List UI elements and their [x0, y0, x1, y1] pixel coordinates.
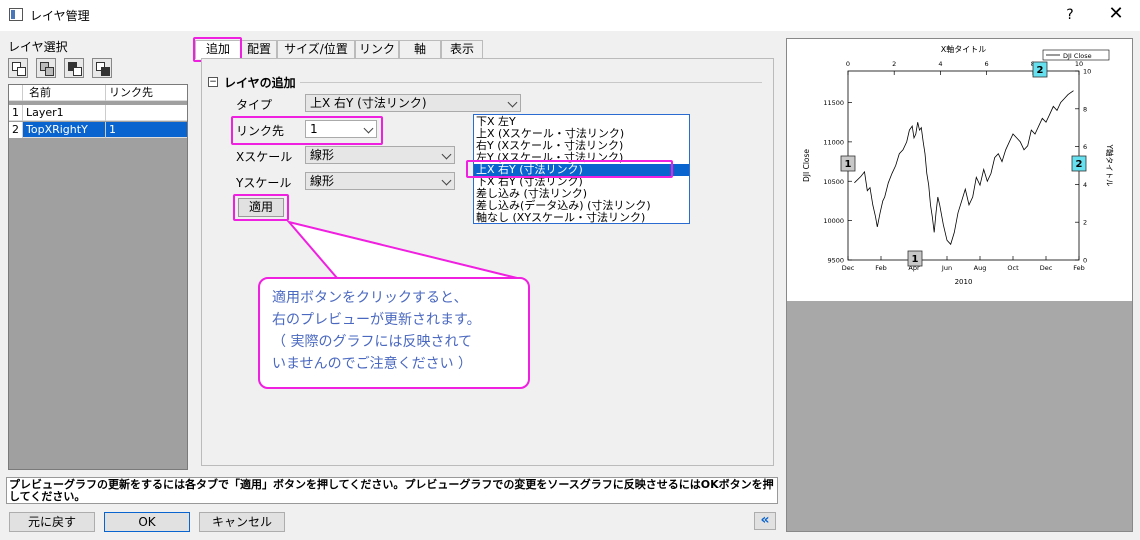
right-y-tick-label: 2	[1083, 219, 1087, 227]
section-title: レイヤの追加	[224, 76, 296, 90]
chevron-down-icon	[441, 175, 452, 186]
bottom-x-tick-label: Feb	[1073, 264, 1085, 272]
right-y-tick-label: 10	[1083, 68, 1091, 76]
layer-badge-label: 1	[912, 254, 919, 265]
xscale-select[interactable]: 線形	[305, 146, 455, 164]
bottom-x-tick-label: Dec	[842, 264, 855, 272]
xscale-label: Xスケール	[236, 150, 293, 164]
top-x-tick-label: 4	[938, 60, 942, 68]
window-title: レイヤ管理	[30, 9, 90, 23]
title-bar: レイヤ管理 ? ✕	[0, 0, 1140, 31]
layer-row-number: 2	[9, 122, 23, 138]
section-collapse-toggle[interactable]: −	[208, 77, 218, 87]
left-y-tick-label: 11000	[823, 138, 844, 146]
left-y-tick-label: 10000	[823, 217, 844, 225]
layer-row-number: 1	[9, 105, 23, 121]
layer-row-name: TopXRightY	[26, 123, 88, 136]
layer-row-link	[105, 105, 187, 121]
column-header-link: リンク先	[105, 85, 187, 101]
bottom-x-tick-label: Dec	[1040, 264, 1053, 272]
bottom-x-tick-label: Jun	[941, 264, 952, 272]
column-header-name: 名前	[29, 86, 51, 99]
layer-row[interactable]: 2 TopXRightY 1	[9, 122, 187, 138]
ok-button[interactable]: OK	[104, 512, 190, 532]
link-highlight	[231, 116, 383, 145]
layer-row-name: Layer1	[26, 106, 64, 119]
chevron-down-icon	[441, 149, 452, 160]
yscale-label: Yスケール	[236, 176, 292, 190]
bottom-x-tick-label: Feb	[875, 264, 887, 272]
app-icon	[9, 8, 23, 21]
top-x-tick-label: 6	[985, 60, 989, 68]
close-button[interactable]: ✕	[1102, 3, 1130, 27]
top-x-tick-label: 0	[846, 60, 850, 68]
yscale-select-value: 線形	[310, 174, 335, 188]
top-x-tick-label: 10	[1075, 60, 1083, 68]
plot-frame	[847, 70, 1080, 261]
bottom-x-tick-label: Aug	[974, 264, 987, 272]
preview-chart: 9500100001050011000115000246810Dec Feb Apr…	[802, 44, 1115, 286]
right-y-tick-label: 6	[1083, 143, 1087, 151]
callout-note: 適用ボタンをクリックすると、 右のプレビューが更新されます。 （ 実際のグラフに…	[258, 277, 530, 389]
layer-row-link: 1	[105, 122, 187, 138]
send-back-button[interactable]	[92, 58, 112, 78]
type-select-value: 上X 右Y (寸法リンク)	[310, 96, 427, 110]
section-divider	[300, 82, 762, 83]
layer-list[interactable]: 名前 リンク先 1 Layer1 2 TopXRightY 1	[8, 84, 188, 470]
callout-line: 適用ボタンをクリックすると、	[272, 290, 468, 306]
bottom-x-axis-title: 2010	[955, 278, 973, 286]
status-message: プレビューグラフの更新をするには各タブで「適用」ボタンを押してください。プレビュ…	[6, 477, 778, 504]
bottom-x-tick-label: Oct	[1007, 264, 1019, 272]
collapse-preview-button[interactable]: «	[754, 512, 776, 530]
type-label: タイプ	[236, 98, 273, 112]
revert-button[interactable]: 元に戻す	[9, 512, 95, 532]
callout-line: （ 実際のグラフには反映されて	[272, 334, 473, 350]
right-y-tick-label: 4	[1083, 181, 1087, 189]
layer-badge-label: 1	[845, 159, 852, 170]
move-layer-button[interactable]	[36, 58, 56, 78]
top-x-tick-label: 2	[892, 60, 896, 68]
layer-row[interactable]: 1 Layer1	[9, 105, 187, 121]
layer-select-label: レイヤ選択	[8, 40, 68, 54]
help-button[interactable]: ?	[1058, 3, 1082, 27]
yscale-select[interactable]: 線形	[305, 172, 455, 190]
right-y-tick-label: 8	[1083, 105, 1087, 113]
layer-badge-label: 2	[1037, 65, 1044, 76]
top-x-axis-title: X軸タイトル	[941, 44, 986, 54]
preview-graph-page: 9500 10000 10500 11000 11500 0 2 4 6 8 10 Dec Feb Apr…	[787, 39, 1132, 301]
xscale-select-value: 線形	[310, 148, 335, 162]
left-y-tick-label: 10500	[823, 178, 844, 186]
type-select[interactable]: 上X 右Y (寸法リンク)	[305, 94, 521, 112]
layer-list-header: 名前 リンク先	[9, 85, 187, 101]
callout-line: 右のプレビューが更新されます。	[272, 312, 481, 328]
tab-axis[interactable]: 軸	[399, 40, 441, 59]
legend-label: DJI Close	[1063, 52, 1092, 60]
right-y-axis-title: Y軸タイトル	[1105, 143, 1115, 187]
option-highlight	[466, 160, 673, 178]
left-y-axis-title: DJI Close	[802, 149, 811, 182]
add-layer-button[interactable]	[8, 58, 28, 78]
cancel-button[interactable]: キャンセル	[199, 512, 285, 532]
tab-link[interactable]: リンク	[355, 40, 399, 59]
layer-badge-label: 2	[1076, 159, 1083, 170]
callout-line: いませんのでご注意ください ）	[272, 356, 473, 372]
tab-layout[interactable]: 配置	[241, 40, 277, 59]
tab-display[interactable]: 表示	[441, 40, 483, 59]
bring-front-button[interactable]	[64, 58, 84, 78]
series-line-dji-close	[854, 90, 1074, 246]
apply-highlight	[233, 194, 289, 221]
tab-size-position[interactable]: サイズ/位置	[277, 40, 355, 59]
left-y-tick-label: 11500	[823, 99, 844, 107]
chevron-down-icon	[507, 97, 518, 108]
